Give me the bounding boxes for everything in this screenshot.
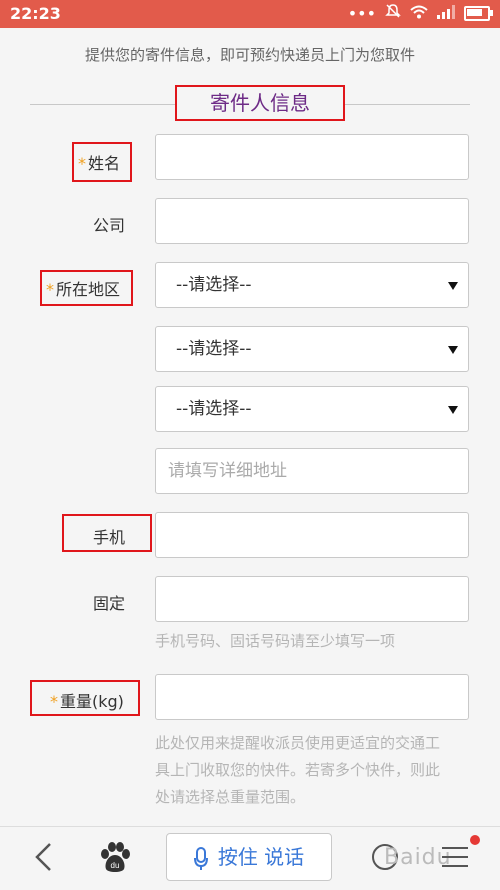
svg-text:du: du: [111, 861, 120, 870]
province-select-value: --请选择--: [176, 275, 252, 295]
mobile-label: 手机: [93, 528, 126, 547]
province-select[interactable]: --请选择--: [155, 262, 469, 308]
intro-text: 提供您的寄件信息，即可预约快递员上门为您取件: [84, 46, 415, 64]
weight-hint-line-1: 此处仅用来提醒收派员使用更适宜的交通工: [155, 734, 441, 752]
region-label-row: * 所在地区: [46, 276, 120, 300]
dropdown-caret-icon: [448, 346, 458, 354]
microphone-icon: [193, 846, 208, 870]
name-input[interactable]: [155, 134, 469, 180]
weight-label: 重量(kg): [60, 692, 124, 711]
district-select-value: --请选择--: [176, 399, 252, 419]
weight-hint-line-3: 处请选择总重量范围。: [155, 788, 306, 806]
status-time: 22:23: [10, 4, 61, 23]
required-mark: *: [50, 692, 58, 711]
mute-icon: [385, 3, 401, 23]
status-bar: 22:23 •••: [0, 0, 500, 28]
required-mark: *: [78, 154, 86, 173]
signal-icon: [437, 4, 455, 23]
section-divider-right: [345, 104, 470, 105]
address-placeholder: 请填写详细地址: [168, 461, 287, 481]
notification-dot: [470, 835, 480, 845]
name-label: 姓名: [88, 154, 121, 173]
name-label-row: * 姓名: [78, 150, 120, 174]
more-icon: •••: [347, 3, 376, 23]
region-label: 所在地区: [56, 280, 121, 299]
wifi-icon: [410, 4, 428, 23]
company-input[interactable]: [155, 198, 469, 244]
address-input[interactable]: 请填写详细地址: [155, 448, 469, 494]
back-arrow-icon[interactable]: [32, 841, 56, 873]
menu-icon[interactable]: [440, 845, 470, 869]
city-select-value: --请选择--: [176, 339, 252, 359]
mobile-input[interactable]: [155, 512, 469, 558]
city-select[interactable]: --请选择--: [155, 326, 469, 372]
section-divider-left: [30, 104, 175, 105]
page-content: 提供您的寄件信息，即可预约快递员上门为您取件 寄件人信息 * 姓名 公司 * 所在地…: [0, 28, 500, 826]
status-icons: •••: [347, 3, 493, 23]
hold-to-talk-button[interactable]: 按住 说话: [166, 833, 332, 881]
battery-icon: [464, 5, 493, 21]
phone-input[interactable]: [155, 576, 469, 622]
weight-label-row: * 重量(kg): [50, 688, 124, 712]
company-label: 公司: [93, 216, 126, 235]
dropdown-caret-icon: [448, 282, 458, 290]
weight-hint-line-2: 具上门收取您的快件。若寄多个快件，则此: [155, 761, 441, 779]
weight-input[interactable]: [155, 674, 469, 720]
baidu-paw-icon[interactable]: du: [98, 842, 132, 874]
phone-hint: 手机号码、固话号码请至少填写一项: [155, 632, 396, 650]
phone-label: 固定: [93, 594, 126, 613]
dropdown-caret-icon: [448, 406, 458, 414]
required-mark: *: [46, 280, 54, 299]
bottom-toolbar: du 按住 说话 Baidu: [0, 826, 500, 890]
district-select[interactable]: --请选择--: [155, 386, 469, 432]
section-title: 寄件人信息: [175, 85, 345, 121]
hold-to-talk-label: 按住 说话: [217, 845, 305, 869]
